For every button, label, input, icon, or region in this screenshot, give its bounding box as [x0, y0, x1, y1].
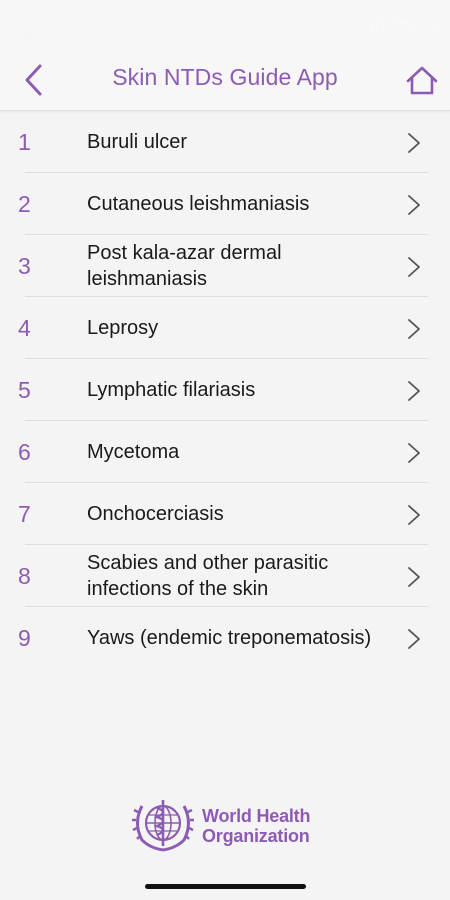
- who-logo-line1: World Health: [202, 806, 311, 826]
- who-logo-line2: Organization: [202, 826, 310, 846]
- list-item[interactable]: 4 Leprosy: [0, 297, 450, 359]
- item-number: 4: [18, 315, 31, 341]
- chevron-right-icon: [408, 133, 420, 153]
- chevron-right-icon: [408, 319, 420, 339]
- item-label: Lymphatic filariasis: [87, 379, 256, 401]
- item-number: 7: [18, 501, 31, 527]
- home-indicator[interactable]: [145, 884, 306, 889]
- item-label: Post kala-azar dermal leishmaniasis: [87, 242, 282, 290]
- item-number: 9: [18, 625, 31, 651]
- chevron-left-icon: [25, 64, 42, 96]
- item-label: Mycetoma: [87, 441, 180, 463]
- page-title: Skin NTDs Guide App: [112, 64, 338, 90]
- item-number: 8: [18, 563, 31, 589]
- list-item[interactable]: 6 Mycetoma: [0, 421, 450, 483]
- chevron-right-icon: [408, 505, 420, 525]
- list-item[interactable]: 3 Post kala-azar dermal leishmaniasis: [0, 235, 450, 297]
- list-item[interactable]: 1 Buruli ulcer: [0, 111, 450, 173]
- who-emblem-icon: [132, 800, 194, 852]
- item-number: 6: [18, 439, 31, 465]
- list-item[interactable]: 7 Onchocerciasis: [0, 483, 450, 545]
- who-logo: World Health Organization: [130, 796, 325, 856]
- status-carrier: Carrier: [16, 30, 50, 42]
- list-item[interactable]: 9 Yaws (endemic treponematosis): [0, 607, 450, 669]
- item-label: Yaws (endemic treponematosis): [87, 627, 372, 649]
- signal-battery-icon: [366, 21, 435, 33]
- item-label: Cutaneous leishmaniasis: [87, 193, 310, 215]
- item-number: 1: [18, 129, 31, 155]
- back-button[interactable]: [18, 62, 52, 98]
- chevron-right-icon: [408, 257, 420, 277]
- status-time: HH:MM: [22, 10, 67, 25]
- item-label: Onchocerciasis: [87, 503, 224, 525]
- list-item[interactable]: 5 Lymphatic filariasis: [0, 359, 450, 421]
- item-number: 3: [18, 253, 31, 279]
- item-number: 2: [18, 191, 31, 217]
- item-number: 5: [18, 377, 31, 403]
- status-bar: HH:MM Carrier: [14, 8, 436, 44]
- item-label: Scabies and other parasitic infections o…: [87, 552, 329, 600]
- chevron-right-icon: [408, 629, 420, 649]
- app-header: HH:MM Carrier Skin NTDs Guide App: [0, 0, 450, 111]
- who-logo-text: World Health Organization: [202, 806, 310, 846]
- disease-list: 1 Buruli ulcer 2 Cutaneous leishmaniasis…: [0, 111, 450, 669]
- item-label: Leprosy: [87, 317, 159, 339]
- item-label: Buruli ulcer: [87, 131, 188, 153]
- list-item[interactable]: 8 Scabies and other parasitic infections…: [0, 545, 450, 607]
- chevron-right-icon: [408, 567, 420, 587]
- chevron-right-icon: [408, 443, 420, 463]
- chevron-right-icon: [408, 381, 420, 401]
- home-icon: [406, 66, 438, 95]
- home-button[interactable]: [404, 64, 440, 98]
- chevron-right-icon: [408, 195, 420, 215]
- list-item[interactable]: 2 Cutaneous leishmaniasis: [0, 173, 450, 235]
